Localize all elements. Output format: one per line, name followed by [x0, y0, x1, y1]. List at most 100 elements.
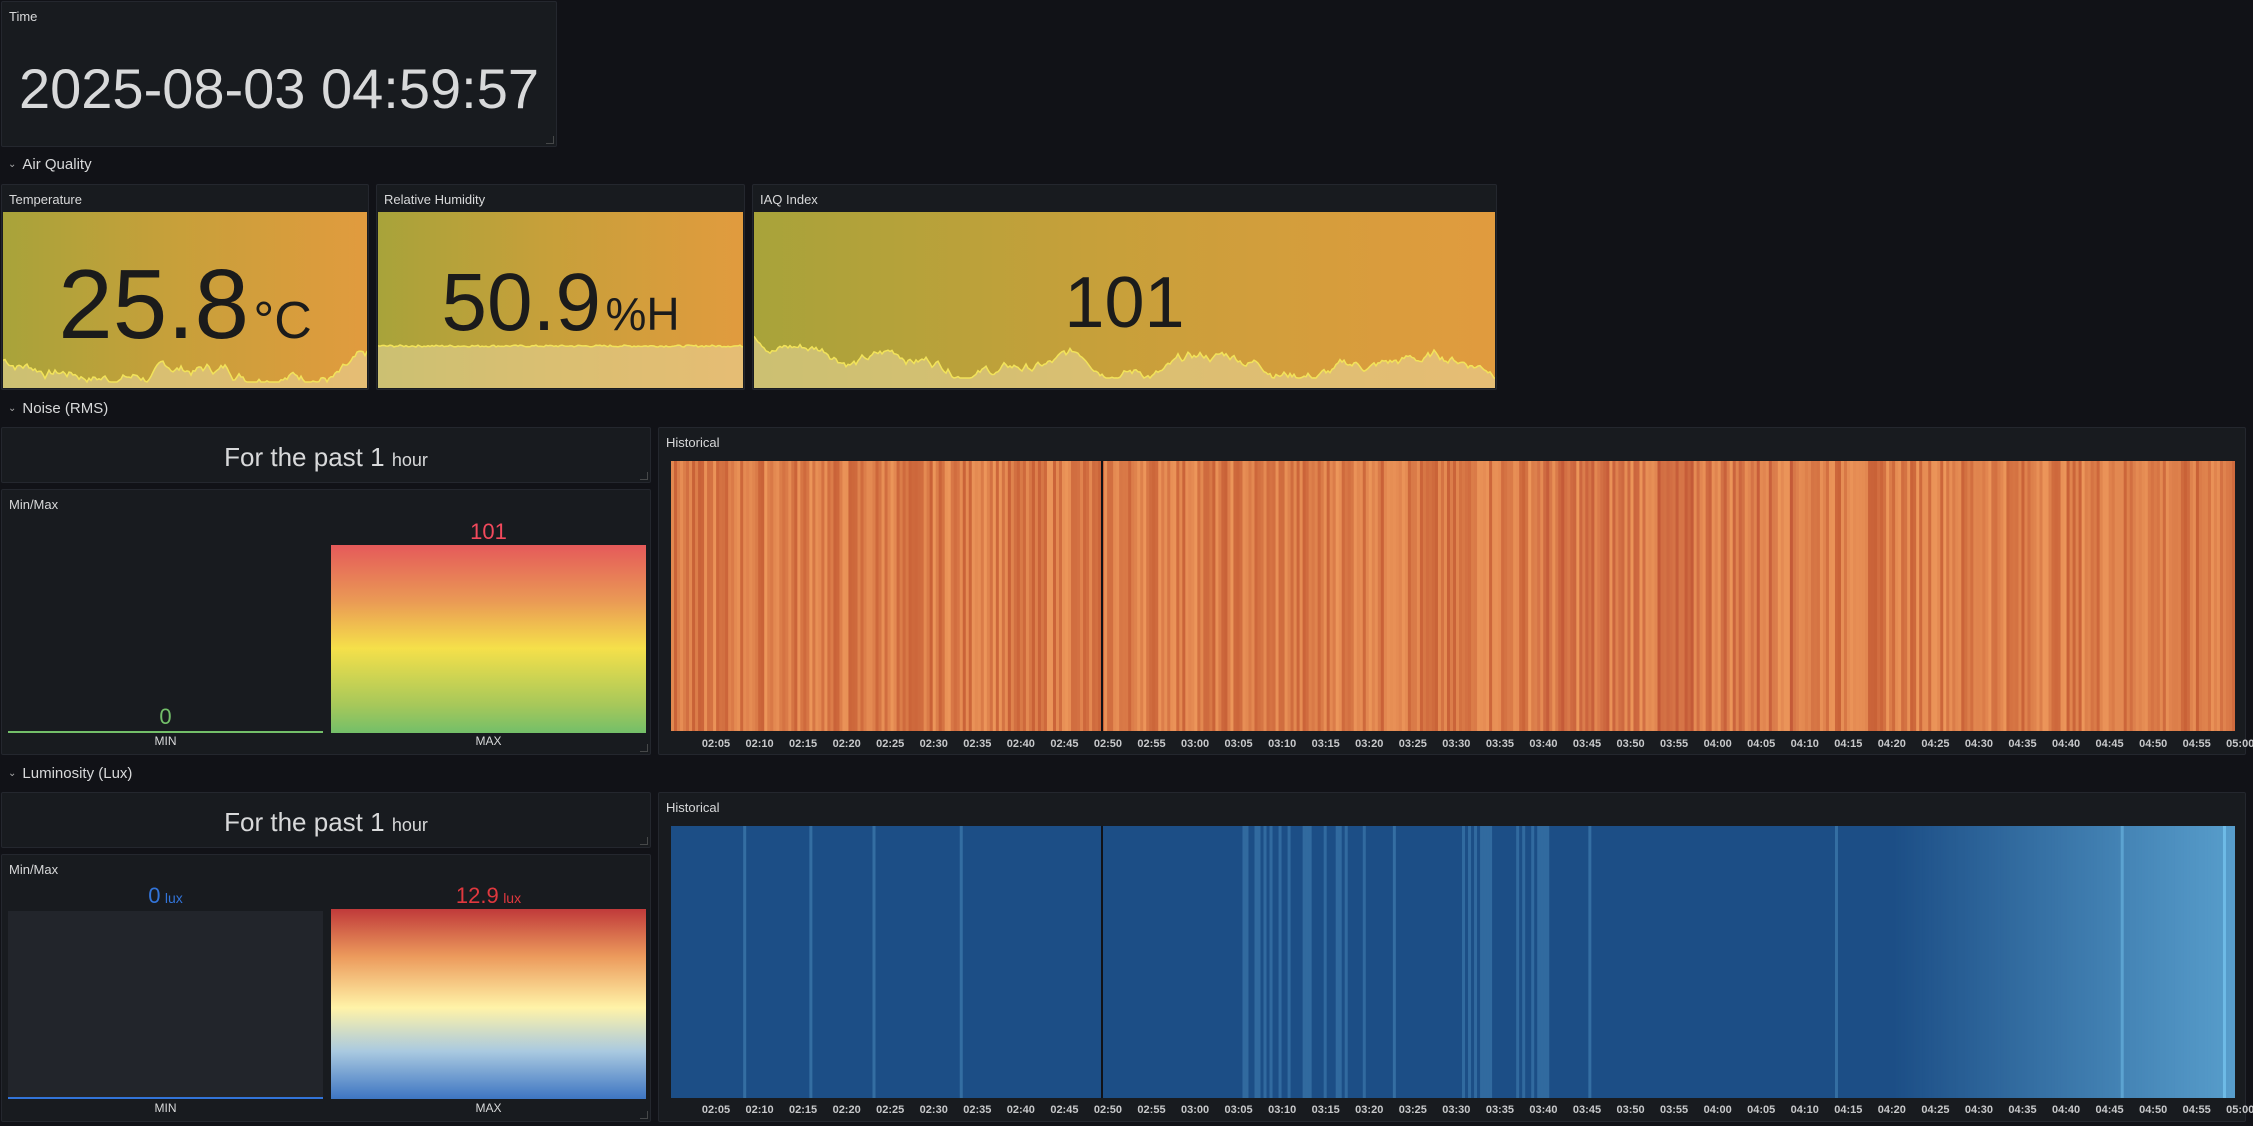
lux-min-unit: lux — [164, 890, 183, 906]
heatmap-cell — [2231, 461, 2235, 731]
x-tick-label: 02:10 — [745, 738, 774, 750]
period-prefix: For the past — [224, 442, 363, 472]
period-number: 1 — [370, 442, 385, 472]
noise-minmax-title: Min/Max — [9, 497, 59, 512]
iaq-value: 101 — [1064, 263, 1185, 343]
x-tick-label: 02:10 — [745, 1104, 774, 1116]
x-tick-label: 03:45 — [1572, 1104, 1602, 1116]
x-tick-label: 03:40 — [1529, 1104, 1558, 1116]
x-tick-label: 04:35 — [2008, 738, 2037, 750]
iaq-panel: IAQ Index 101 — [752, 184, 1497, 390]
x-tick-label: 03:00 — [1180, 1104, 1210, 1116]
row-title: Noise (RMS) — [22, 400, 109, 417]
resize-handle[interactable] — [640, 1111, 648, 1119]
sparkline-area — [378, 345, 743, 388]
time-panel-title: Time — [9, 9, 38, 24]
x-tick-label: 04:45 — [2095, 738, 2124, 750]
temperature-unit: °C — [253, 292, 312, 350]
chevron-down-icon: ⌄ — [8, 403, 17, 414]
x-tick-label: 02:15 — [789, 738, 818, 750]
x-tick-label: 02:40 — [1006, 738, 1035, 750]
x-tick-label: 02:35 — [963, 738, 992, 750]
lux-max-unit: lux — [503, 890, 522, 906]
row-title: Air Quality — [22, 156, 92, 173]
x-tick-label: 02:30 — [919, 738, 948, 750]
x-tick-label: 02:50 — [1093, 738, 1123, 750]
humidity-title: Relative Humidity — [384, 192, 486, 207]
x-tick-label: 04:10 — [1790, 738, 1819, 750]
x-tick-label: 04:10 — [1790, 1104, 1819, 1116]
noise-min-label: MIN — [154, 734, 177, 748]
lux-minmax-panel: Min/Max 0 lux MIN 12.9 lux MAX — [1, 854, 651, 1122]
noise-minmax-panel: Min/Max 0 MIN 101 MAX — [1, 489, 651, 755]
x-tick-label: 04:30 — [1964, 738, 1994, 750]
temperature-panel: Temperature 25.8 °C — [1, 184, 369, 390]
x-tick-label: 04:15 — [1834, 738, 1863, 750]
noise-historical-panel: Historical 02:05 02:10 02:15 02:20 02:25 02:3… — [658, 427, 2253, 755]
x-tick-label: 03:20 — [1355, 738, 1384, 750]
row-noise[interactable]: ⌄ Noise (RMS) — [8, 400, 108, 417]
x-tick-label: 02:20 — [832, 1104, 861, 1116]
x-tick-label: 02:20 — [832, 738, 861, 750]
x-tick-label: 02:40 — [1006, 1104, 1035, 1116]
x-tick-label: 02:45 — [1050, 1104, 1079, 1116]
x-tick-label: 03:10 — [1268, 738, 1297, 750]
x-tick-label: 02:30 — [919, 1104, 948, 1116]
x-tick-label: 04:15 — [1834, 1104, 1863, 1116]
resize-handle[interactable] — [640, 744, 648, 752]
x-tick-label: 03:50 — [1616, 1104, 1645, 1116]
x-tick-label: 04:50 — [2139, 1104, 2168, 1116]
x-tick-label: 02:35 — [963, 1104, 992, 1116]
noise-period-text: For the past 1 hour — [2, 442, 650, 473]
x-tick-label: 04:05 — [1747, 1104, 1776, 1116]
x-tick-label: 03:05 — [1224, 1104, 1253, 1116]
chevron-down-icon: ⌄ — [8, 159, 17, 170]
x-tick-label: 03:40 — [1529, 738, 1558, 750]
x-tick-label: 03:55 — [1660, 1104, 1689, 1116]
row-luminosity[interactable]: ⌄ Luminosity (Lux) — [8, 765, 132, 782]
humidity-stat: 50.9 %H — [378, 212, 743, 388]
lux-max-bar — [331, 909, 646, 1099]
x-tick-label: 03:55 — [1660, 738, 1689, 750]
lux-x-axis: 02:05 02:10 02:15 02:20 02:25 02:30 02:35 02:40… — [671, 1104, 2253, 1118]
heatmap-cell — [2231, 826, 2235, 1098]
lux-historical-panel: Historical 02:05 02:10 02:15 02:20 02:25 02:3… — [658, 792, 2253, 1122]
resize-handle[interactable] — [546, 136, 554, 144]
humidity-unit: %H — [605, 288, 680, 340]
lux-period-text: For the past 1 hour — [2, 807, 650, 838]
resize-handle[interactable] — [640, 837, 648, 845]
noise-max-label: MAX — [475, 734, 502, 748]
x-tick-label: 04:30 — [1964, 1104, 1994, 1116]
temperature-stat: 25.8 °C — [3, 212, 367, 388]
x-tick-label: 03:25 — [1398, 1104, 1427, 1116]
noise-period-panel: For the past 1 hour — [1, 427, 651, 483]
time-panel: Time 2025-08-03 04:59:57 — [1, 1, 557, 147]
x-tick-label: 03:35 — [1485, 738, 1514, 750]
resize-handle[interactable] — [640, 472, 648, 480]
noise-historical-title: Historical — [666, 435, 720, 450]
heatmap-divider — [1101, 461, 1103, 731]
x-tick-label: 03:00 — [1180, 738, 1210, 750]
x-tick-label: 02:55 — [1137, 1104, 1166, 1116]
lux-min-readout: 0 lux — [8, 883, 323, 909]
noise-min-bar — [8, 731, 323, 733]
x-tick-label: 04:00 — [1703, 738, 1732, 750]
noise-min-value: 0 — [159, 704, 172, 729]
x-tick-label: 02:05 — [701, 738, 731, 750]
x-tick-label: 03:15 — [1311, 738, 1340, 750]
x-tick-label: 02:15 — [789, 1104, 818, 1116]
lux-period-panel: For the past 1 hour — [1, 792, 651, 848]
sparkline-area — [754, 336, 1495, 388]
noise-x-axis: 02:05 02:10 02:15 02:20 02:25 02:30 02:35 02:40… — [671, 738, 2253, 752]
x-tick-label: 04:55 — [2182, 738, 2211, 750]
x-tick-label: 03:45 — [1572, 738, 1602, 750]
period-unit: hour — [391, 815, 428, 835]
period-number: 1 — [370, 807, 385, 837]
x-tick-label: 03:50 — [1616, 738, 1645, 750]
lux-heatmap — [671, 826, 2235, 1098]
x-tick-label: 02:25 — [876, 1104, 905, 1116]
iaq-stat: 101 — [754, 212, 1495, 388]
x-tick-label: 05:00 — [2226, 1104, 2253, 1116]
row-air-quality[interactable]: ⌄ Air Quality — [8, 156, 92, 173]
x-tick-label: 03:30 — [1442, 1104, 1471, 1116]
